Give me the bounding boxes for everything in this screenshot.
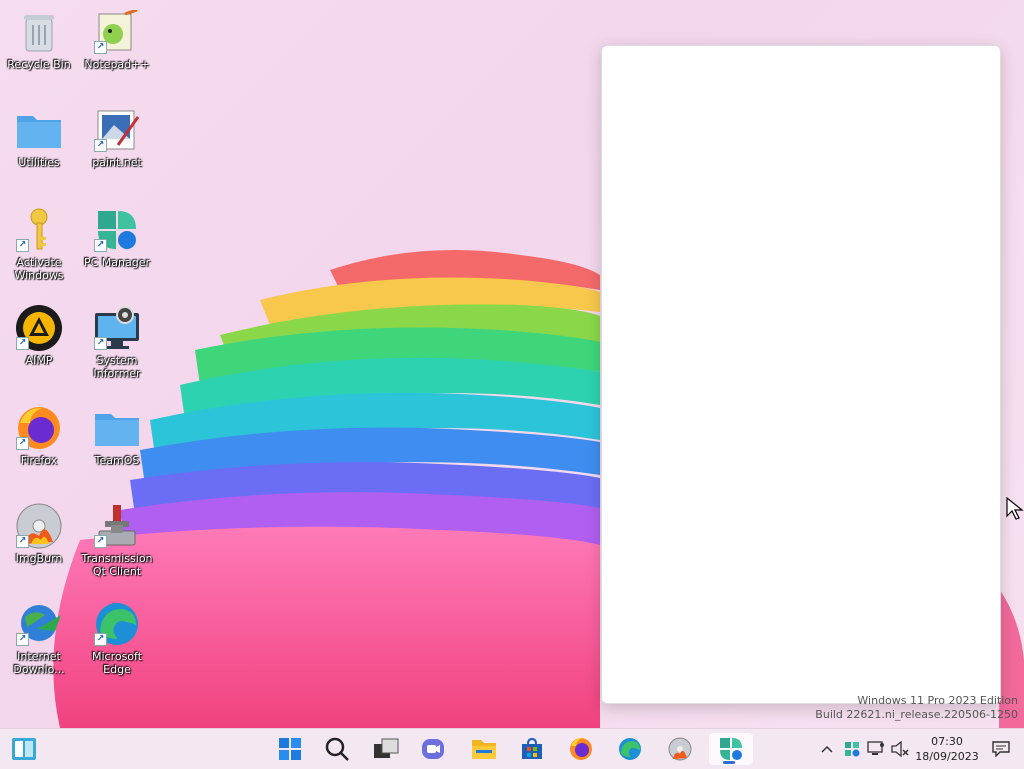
imgburn-icon (668, 737, 692, 761)
windows-watermark: Windows 11 Pro 2023 Edition Build 22621.… (815, 694, 1018, 722)
system-informer-icon: ↗ (92, 304, 142, 352)
key-icon: ↗ (14, 206, 64, 254)
chevron-up-icon (821, 745, 833, 753)
clock-time: 07:30 (931, 735, 963, 748)
shortcut-arrow-icon: ↗ (94, 239, 107, 252)
pc-manager-icon: ↗ (92, 206, 142, 254)
paint-net-icon: ↗ (92, 106, 142, 154)
desktop-icon-label: ImgBurn (15, 552, 63, 565)
firefox-icon (570, 738, 592, 760)
desktop-icon-internet-download-manager[interactable]: ↗ Internet Downlo... (0, 600, 78, 690)
shortcut-arrow-icon: ↗ (94, 337, 107, 350)
teams-chat-icon (422, 739, 444, 759)
shortcut-arrow-icon: ↗ (94, 535, 107, 548)
shortcut-arrow-icon: ↗ (94, 633, 107, 646)
desktop-icon-label: AIMP (25, 354, 53, 367)
shortcut-arrow-icon: ↗ (16, 437, 29, 450)
desktop-icon-notepad-plus-plus[interactable]: ↗ Notepad++ (78, 8, 156, 98)
desktop-icon-transmission[interactable]: ↗ Transmission Qt Client (78, 502, 156, 592)
network-icon (867, 741, 884, 755)
clock-date: 18/09/2023 (915, 750, 979, 763)
edge-icon: ↗ (92, 600, 142, 648)
desktop-icon-aimp[interactable]: ↗ AIMP (0, 304, 78, 394)
microsoft-store-button[interactable] (512, 733, 552, 765)
file-explorer-button[interactable] (464, 733, 504, 765)
notepad-plus-plus-icon: ↗ (92, 8, 142, 56)
desktop-icon-teamos[interactable]: TeamOS (78, 404, 156, 494)
search-button[interactable] (317, 733, 357, 765)
widgets-button[interactable] (4, 733, 44, 765)
desktop-icon-activate-windows[interactable]: ↗ Activate Windows (0, 206, 78, 296)
task-view-button[interactable] (366, 733, 406, 765)
folder-icon (14, 106, 64, 154)
desktop-icon-label: TeamOS (94, 454, 140, 467)
desktop-icon-label: System Informer (93, 354, 141, 380)
recycle-bin-icon (14, 8, 64, 56)
desktop-icon-label: Transmission Qt Client (81, 552, 153, 578)
taskbar-edge-button[interactable] (610, 733, 650, 765)
start-button[interactable] (270, 733, 310, 765)
desktop-icon-label: Utilities (18, 156, 60, 169)
aimp-icon: ↗ (14, 304, 64, 352)
tray-pc-manager[interactable] (842, 737, 862, 761)
edge-icon (619, 738, 641, 760)
taskbar: 07:30 18/09/2023 (0, 728, 1024, 769)
desktop-icon-paint-net[interactable]: ↗ paint.net (78, 106, 156, 196)
notification-icon (992, 741, 1010, 757)
watermark-build: Build 22621.ni_release.220506-1250 (815, 708, 1018, 721)
shortcut-arrow-icon: ↗ (94, 41, 107, 54)
internet-download-manager-icon: ↗ (14, 600, 64, 648)
start-icon (279, 738, 301, 760)
transmission-icon: ↗ (92, 502, 142, 550)
desktop-icon-pc-manager[interactable]: ↗ PC Manager (78, 206, 156, 296)
imgburn-icon: ↗ (14, 502, 64, 550)
microsoft-store-icon (522, 737, 542, 759)
taskbar-firefox-button[interactable] (561, 733, 601, 765)
desktop-icon-label: Recycle Bin (7, 58, 71, 71)
taskbar-pc-manager-button[interactable] (709, 733, 753, 765)
desktop-icon-microsoft-edge[interactable]: ↗ Microsoft Edge (78, 600, 156, 690)
folder-icon (92, 404, 142, 452)
mouse-cursor-icon (1006, 497, 1024, 520)
shortcut-arrow-icon: ↗ (16, 337, 29, 350)
pc-manager-tray-icon (845, 742, 860, 757)
desktop-icon-label: Notepad++ (84, 58, 150, 71)
blank-window[interactable] (601, 45, 1001, 704)
tray-network[interactable] (866, 737, 886, 761)
shortcut-arrow-icon: ↗ (16, 239, 29, 252)
pc-manager-icon (720, 738, 742, 760)
desktop-icon-firefox[interactable]: ↗ Firefox (0, 404, 78, 494)
watermark-edition: Windows 11 Pro 2023 Edition (857, 694, 1018, 707)
firefox-icon: ↗ (14, 404, 64, 452)
search-icon (325, 737, 349, 761)
desktop-icon-system-informer[interactable]: ↗ System Informer (78, 304, 156, 394)
task-view-icon (374, 738, 399, 758)
taskbar-imgburn-button[interactable] (660, 733, 700, 765)
desktop-icon-label: Activate Windows (14, 256, 64, 282)
show-hidden-icons-button[interactable] (818, 737, 836, 761)
shortcut-arrow-icon: ↗ (94, 139, 107, 152)
widgets-icon (12, 738, 36, 760)
desktop-icon-imgburn[interactable]: ↗ ImgBurn (0, 502, 78, 592)
shortcut-arrow-icon: ↗ (16, 535, 29, 548)
desktop-icon-label: paint.net (92, 156, 142, 169)
desktop-icon-utilities[interactable]: Utilities (0, 106, 78, 196)
shortcut-arrow-icon: ↗ (16, 633, 29, 646)
desktop-icon-label: Microsoft Edge (91, 650, 143, 676)
teams-chat-button[interactable] (413, 733, 453, 765)
desktop-icon-label: Firefox (20, 454, 58, 467)
desktop-icon-label: PC Manager (83, 256, 151, 269)
desktop-icon-label: Internet Downlo... (13, 650, 65, 676)
volume-muted-icon (891, 741, 909, 757)
desktop-icon-recycle-bin[interactable]: Recycle Bin (0, 8, 78, 98)
file-explorer-icon (472, 740, 496, 759)
tray-volume[interactable] (890, 737, 910, 761)
notification-center-button[interactable] (990, 737, 1012, 761)
clock[interactable]: 07:30 18/09/2023 (908, 734, 986, 764)
